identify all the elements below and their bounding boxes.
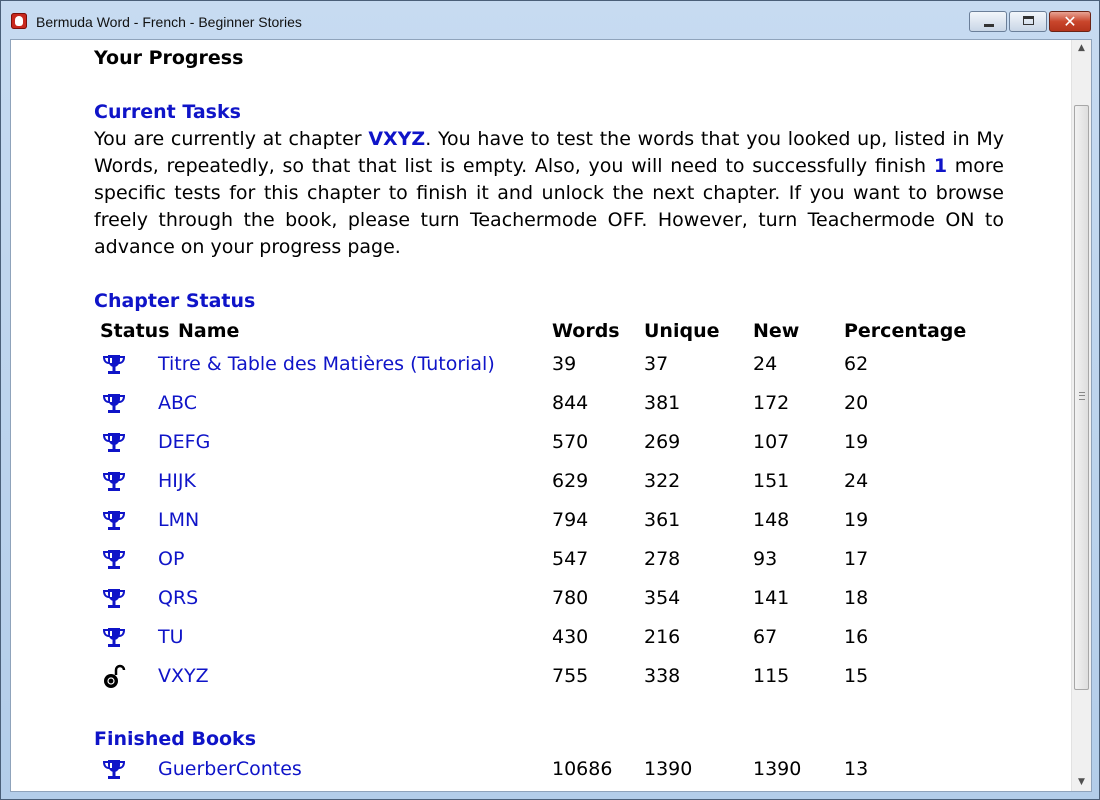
- chapter-name-link[interactable]: GuerberContes: [158, 758, 302, 780]
- chapter-name-link[interactable]: DEFG: [158, 431, 210, 453]
- trophy-icon: [99, 545, 129, 575]
- column-header-unique: Unique: [644, 320, 720, 342]
- scroll-down-arrow-icon[interactable]: ▼: [1072, 774, 1091, 791]
- words-count: 629: [552, 470, 589, 492]
- finished-books-heading: Finished Books: [94, 728, 257, 750]
- percentage-value: 13: [844, 758, 869, 780]
- scrollbar-thumb[interactable]: [1074, 105, 1089, 690]
- new-count: 151: [753, 470, 790, 492]
- tests-remaining-value: 1: [933, 155, 948, 177]
- words-count: 430: [552, 626, 589, 648]
- chapter-name-link[interactable]: Titre & Table des Matières (Tutorial): [158, 353, 495, 375]
- chapter-status-heading: Chapter Status: [94, 290, 256, 312]
- unique-count: 37: [644, 353, 669, 375]
- chapter-name-link[interactable]: TU: [158, 626, 184, 648]
- vertical-scrollbar[interactable]: ▲ ▼: [1071, 40, 1091, 791]
- chapter-name-link[interactable]: QRS: [158, 587, 198, 609]
- percentage-value: 62: [844, 353, 869, 375]
- trophy-icon: [99, 584, 129, 614]
- new-count: 93: [753, 548, 778, 570]
- trophy-icon: [99, 350, 129, 380]
- close-icon: ✕: [1063, 12, 1077, 31]
- percentage-value: 18: [844, 587, 869, 609]
- unique-count: 381: [644, 392, 681, 414]
- task-text-1: You are currently at chapter: [94, 128, 369, 150]
- words-count: 39: [552, 353, 577, 375]
- new-count: 1390: [753, 758, 802, 780]
- percentage-value: 24: [844, 470, 869, 492]
- percentage-value: 16: [844, 626, 869, 648]
- minimize-button[interactable]: [969, 11, 1007, 32]
- trophy-icon: [99, 467, 129, 497]
- unique-count: 338: [644, 665, 681, 687]
- words-count: 10686: [552, 758, 613, 780]
- title-bar[interactable]: Bermuda Word - French - Beginner Stories…: [1, 1, 1099, 39]
- column-header-words: Words: [552, 320, 620, 342]
- maximize-button[interactable]: [1009, 11, 1047, 32]
- trophy-icon: [99, 623, 129, 653]
- trophy-icon: [99, 389, 129, 419]
- words-count: 780: [552, 587, 589, 609]
- page-title: Your Progress: [94, 47, 244, 69]
- trophy-icon: [99, 428, 129, 458]
- grip-icon: [1079, 392, 1085, 400]
- unique-count: 354: [644, 587, 681, 609]
- close-button[interactable]: ✕: [1049, 11, 1091, 32]
- chapter-name-link[interactable]: ABC: [158, 392, 197, 414]
- words-count: 755: [552, 665, 589, 687]
- new-count: 107: [753, 431, 790, 453]
- chapter-name-link[interactable]: HIJK: [158, 470, 196, 492]
- chapter-name-link[interactable]: OP: [158, 548, 184, 570]
- new-count: 115: [753, 665, 790, 687]
- window-title: Bermuda Word - French - Beginner Stories: [36, 14, 302, 30]
- unique-count: 278: [644, 548, 681, 570]
- trophy-icon: [99, 506, 129, 536]
- percentage-value: 19: [844, 509, 869, 531]
- words-count: 547: [552, 548, 589, 570]
- minimize-icon: [984, 24, 994, 27]
- words-count: 844: [552, 392, 589, 414]
- progress-page: Your Progress Current Tasks You are curr…: [11, 40, 1071, 791]
- maximize-icon: [1023, 16, 1034, 25]
- app-logo-icon: [11, 13, 27, 29]
- unique-count: 269: [644, 431, 681, 453]
- chapter-name-link[interactable]: LMN: [158, 509, 199, 531]
- scroll-up-arrow-icon[interactable]: ▲: [1072, 40, 1091, 57]
- column-header-new: New: [753, 320, 800, 342]
- unique-count: 216: [644, 626, 681, 648]
- words-count: 570: [552, 431, 589, 453]
- column-header-percentage: Percentage: [844, 320, 967, 342]
- percentage-value: 17: [844, 548, 869, 570]
- percentage-value: 20: [844, 392, 869, 414]
- chapter-name-link[interactable]: VXYZ: [158, 665, 209, 687]
- new-count: 67: [753, 626, 778, 648]
- percentage-value: 15: [844, 665, 869, 687]
- current-tasks-heading: Current Tasks: [94, 101, 241, 123]
- unique-count: 1390: [644, 758, 693, 780]
- client-area: Your Progress Current Tasks You are curr…: [10, 39, 1092, 792]
- unique-count: 322: [644, 470, 681, 492]
- new-count: 172: [753, 392, 790, 414]
- unique-count: 361: [644, 509, 681, 531]
- percentage-value: 19: [844, 431, 869, 453]
- column-header-name: Name: [178, 320, 240, 342]
- words-count: 794: [552, 509, 589, 531]
- trophy-icon: [99, 755, 129, 785]
- new-count: 141: [753, 587, 790, 609]
- column-header-status: Status: [100, 320, 170, 342]
- new-count: 24: [753, 353, 778, 375]
- current-chapter-value: VXYZ: [368, 128, 426, 150]
- unlocked-padlock-icon: [99, 662, 129, 692]
- new-count: 148: [753, 509, 790, 531]
- current-tasks-text: You are currently at chapter VXYZ. You h…: [94, 126, 1004, 261]
- app-window: Bermuda Word - French - Beginner Stories…: [0, 0, 1100, 800]
